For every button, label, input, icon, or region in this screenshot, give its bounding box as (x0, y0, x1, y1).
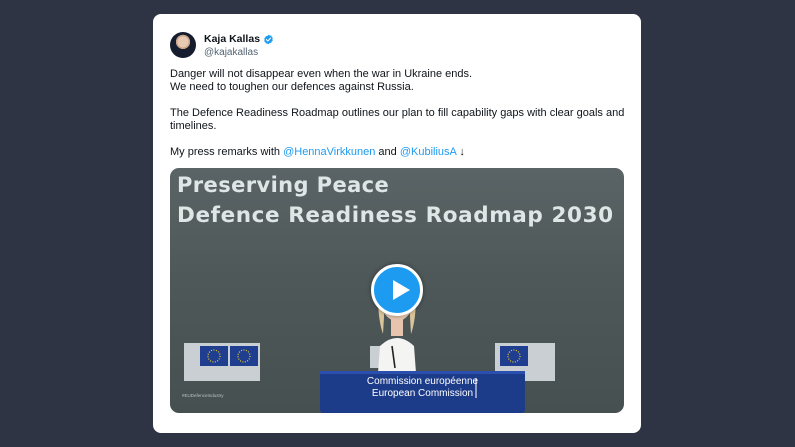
mention-link[interactable]: @HennaVirkkunen (283, 146, 375, 158)
play-button-icon[interactable] (371, 264, 423, 316)
author-handle[interactable]: @kajakallas (204, 47, 258, 58)
slide-title: Preserving Peace (177, 173, 390, 197)
podium-text-fr: Commission européenne (366, 376, 479, 387)
podium-text-en: European Commission (371, 388, 474, 399)
mention-link[interactable]: @KubiliusA (400, 146, 456, 158)
tweet-text: Danger will not disappear even when the … (170, 68, 628, 159)
avatar[interactable] (170, 32, 196, 58)
tweet-line: We need to toughen our defences against … (170, 81, 414, 93)
eu-flag-left (184, 343, 260, 381)
tweet-line: Danger will not disappear even when the … (170, 68, 473, 80)
tweet-text-segment: My press remarks with (170, 146, 284, 158)
slide-subtitle: Defence Readiness Roadmap 2030 (177, 203, 614, 228)
tweet-text-segment: ↓ (456, 146, 465, 158)
tweet-card: Kaja Kallas @kajakallas Danger will not … (153, 14, 641, 433)
author-row: Kaja Kallas (204, 33, 274, 45)
tweet-line: The Defence Readiness Roadmap outlines o… (170, 107, 625, 132)
tweet-text-segment: and (375, 146, 400, 158)
verified-badge-icon (264, 34, 273, 44)
author-name[interactable]: Kaja Kallas (204, 33, 260, 45)
video-player[interactable]: Preserving Peace Defence Readiness Roadm… (170, 168, 624, 413)
hashtag-text: #EUDefenceIndustry (182, 393, 224, 398)
tweet-line: My press remarks with @HennaVirkkunen an… (170, 146, 628, 159)
